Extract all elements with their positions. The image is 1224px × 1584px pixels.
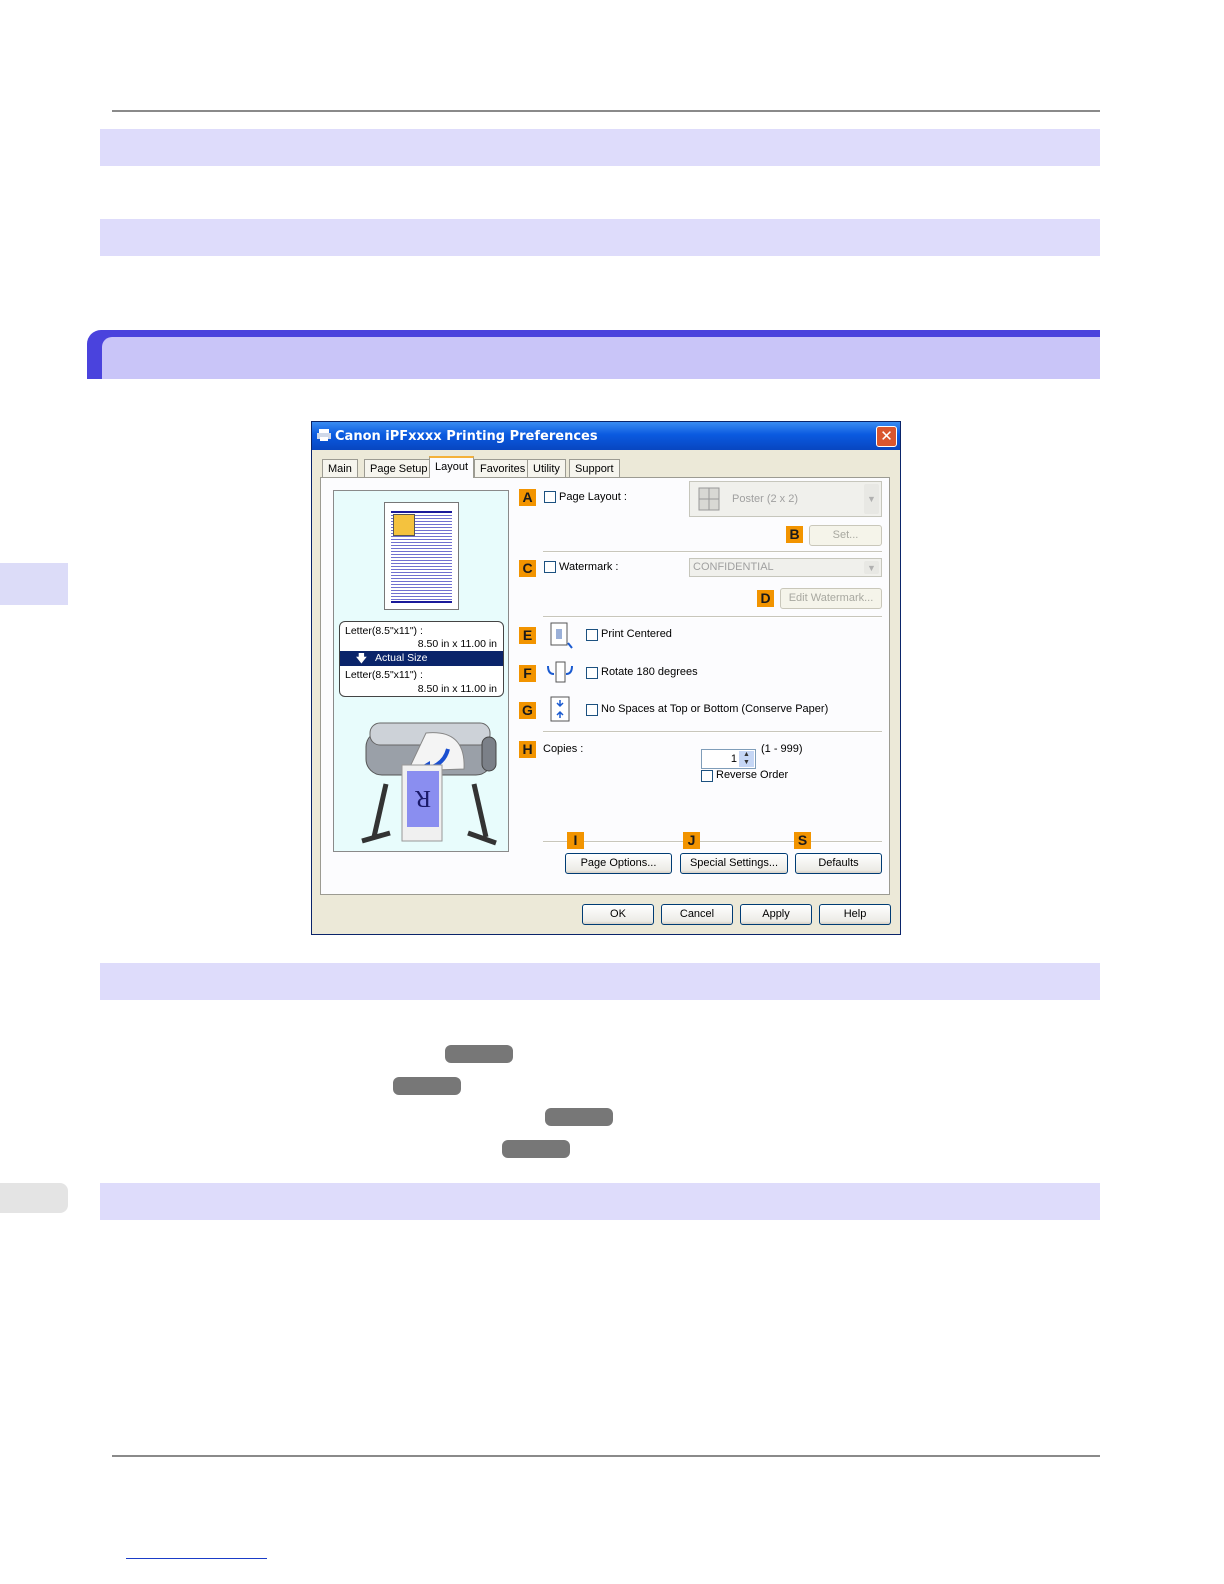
watermark-value: CONFIDENTIAL xyxy=(693,561,774,573)
no-spaces-label: No Spaces at Top or Bottom (Conserve Pap… xyxy=(601,703,829,715)
reference-pill-4 xyxy=(502,1140,570,1158)
chapter-side-tab xyxy=(0,563,68,605)
output-paper-size: Letter(8.5"x11") : xyxy=(345,669,423,681)
ok-button[interactable]: OK xyxy=(582,904,654,925)
badge-a: A xyxy=(519,489,536,506)
page-preview-image-icon xyxy=(393,514,415,536)
reference-pill-3 xyxy=(545,1108,613,1126)
printing-preferences-dialog: Canon iPFxxxx Printing Preferences ✕ Mai… xyxy=(311,421,901,935)
reference-pill-2 xyxy=(393,1077,461,1095)
badge-i: I xyxy=(567,832,584,849)
poster-layout-icon xyxy=(698,487,720,511)
help-button[interactable]: Help xyxy=(819,904,891,925)
badge-e: E xyxy=(519,627,536,644)
layout-panel: Letter(8.5"x11") : 8.50 in x 11.00 in 🡇 … xyxy=(320,477,890,895)
no-spaces-checkbox[interactable] xyxy=(586,704,598,716)
badge-b: B xyxy=(786,526,803,543)
dialog-title: Canon iPFxxxx Printing Preferences xyxy=(335,429,598,444)
section-heading-inner xyxy=(102,337,1100,379)
copies-label: Copies : xyxy=(543,743,584,755)
print-centered-checkbox[interactable] xyxy=(586,629,598,641)
reference-pill-1 xyxy=(445,1045,513,1063)
page-preview xyxy=(384,502,459,610)
edit-watermark-button[interactable]: Edit Watermark... xyxy=(780,588,882,609)
section-band-1 xyxy=(100,129,1100,166)
print-preview: Letter(8.5"x11") : 8.50 in x 11.00 in 🡇 … xyxy=(333,490,509,852)
source-paper-size: Letter(8.5"x11") : xyxy=(345,625,423,637)
section-heading-band xyxy=(87,330,1100,379)
separator-3 xyxy=(543,731,882,733)
reverse-order-checkbox[interactable] xyxy=(701,770,713,782)
scaling-row: 🡇 Actual Size xyxy=(340,651,503,666)
source-paper-dims: 8.50 in x 11.00 in xyxy=(417,638,497,650)
tab-page-setup[interactable]: Page Setup xyxy=(364,459,434,477)
page-layout-select[interactable]: Poster (2 x 2) ▼ xyxy=(689,481,882,517)
rotate-checkbox[interactable] xyxy=(586,667,598,679)
print-centered-icon xyxy=(550,622,573,649)
watermark-checkbox[interactable] xyxy=(544,561,556,573)
page-layout-label: Page Layout : xyxy=(559,491,627,503)
section-band-4 xyxy=(100,1183,1100,1220)
page-layout-value: Poster (2 x 2) xyxy=(732,493,799,505)
set-button[interactable]: Set... xyxy=(809,525,882,546)
print-centered-label: Print Centered xyxy=(601,628,672,640)
reverse-order-label: Reverse Order xyxy=(716,769,789,781)
bottom-rule xyxy=(112,1455,1100,1457)
side-index-tab xyxy=(0,1183,68,1213)
spinner-arrows-icon[interactable]: ▲ ▼ xyxy=(739,751,754,767)
dialog-titlebar: Canon iPFxxxx Printing Preferences ✕ xyxy=(312,422,900,450)
output-paper-dims: 8.50 in x 11.00 in xyxy=(417,683,497,695)
badge-s: S xyxy=(794,832,811,849)
defaults-button[interactable]: Defaults xyxy=(795,853,882,874)
rotate-label: Rotate 180 degrees xyxy=(601,666,698,678)
top-rule xyxy=(112,110,1100,112)
watermark-select[interactable]: CONFIDENTIAL ▼ xyxy=(689,558,882,577)
separator-1 xyxy=(543,551,882,553)
printed-letter-glyph: R xyxy=(415,785,431,811)
copies-stepper[interactable]: 1 ▲ ▼ xyxy=(701,749,756,769)
apply-button[interactable]: Apply xyxy=(740,904,812,925)
page-layout-checkbox[interactable] xyxy=(544,491,556,503)
separator-2 xyxy=(543,616,882,618)
paper-size-info: Letter(8.5"x11") : 8.50 in x 11.00 in 🡇 … xyxy=(339,621,504,697)
badge-d: D xyxy=(757,590,774,607)
rotate-icon xyxy=(547,661,573,683)
separator-4 xyxy=(543,841,882,843)
chevron-down-icon: ▼ xyxy=(864,484,879,514)
printer-icon xyxy=(317,429,331,441)
tab-utility[interactable]: Utility xyxy=(527,459,566,477)
tab-layout[interactable]: Layout xyxy=(429,456,475,478)
special-settings-button[interactable]: Special Settings... xyxy=(680,853,788,874)
tab-support[interactable]: Support xyxy=(569,459,620,477)
badge-f: F xyxy=(519,665,536,682)
copies-range: (1 - 999) xyxy=(761,743,803,755)
printer-illustration: R xyxy=(361,722,497,846)
close-button[interactable]: ✕ xyxy=(876,426,897,447)
badge-h: H xyxy=(519,741,536,758)
badge-j: J xyxy=(683,832,700,849)
chevron-down-icon: ▼ xyxy=(864,561,879,574)
watermark-label: Watermark : xyxy=(559,561,619,573)
section-band-3 xyxy=(100,963,1100,1000)
section-band-2 xyxy=(100,219,1100,256)
footer-link-underline[interactable] xyxy=(126,1558,267,1559)
tab-favorites[interactable]: Favorites xyxy=(474,459,532,477)
cancel-button[interactable]: Cancel xyxy=(661,904,733,925)
badge-c: C xyxy=(519,560,536,577)
no-spaces-icon xyxy=(550,696,570,722)
badge-g: G xyxy=(519,702,536,719)
scaling-value: Actual Size xyxy=(375,652,428,664)
down-arrow-icon: 🡇 xyxy=(356,653,367,665)
page-options-button[interactable]: Page Options... xyxy=(565,853,672,874)
tab-main[interactable]: Main xyxy=(322,459,358,477)
copies-value: 1 xyxy=(730,753,737,765)
